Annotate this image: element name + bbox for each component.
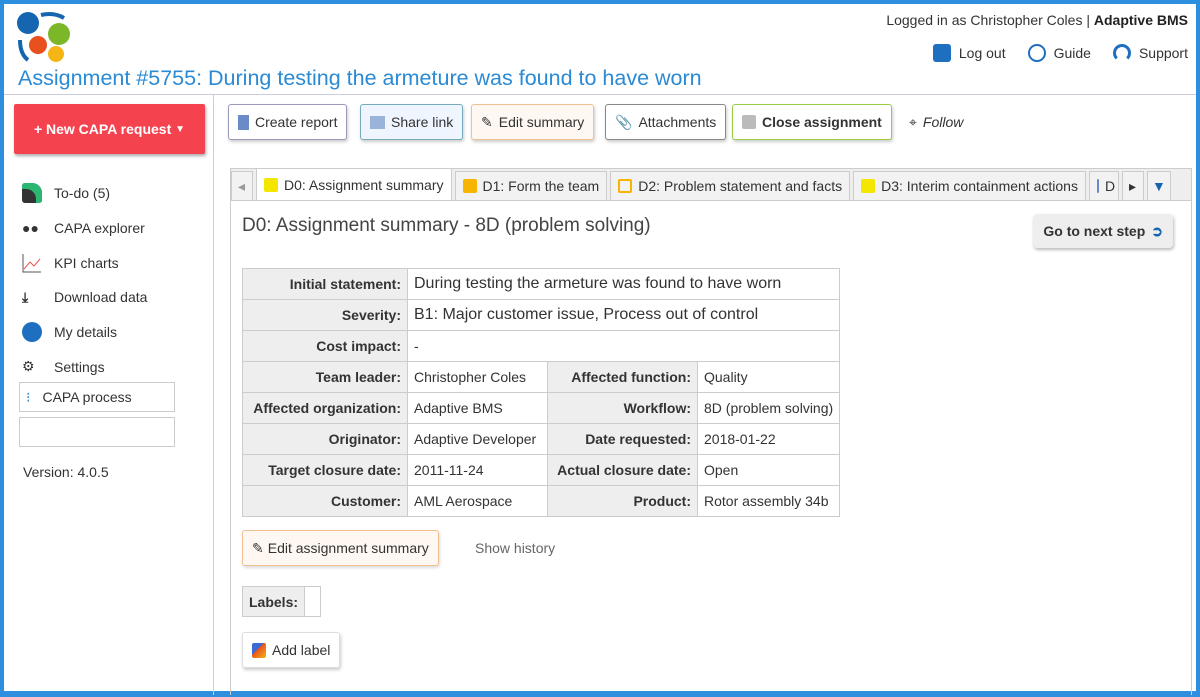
headset-icon (1112, 44, 1131, 62)
sidebar-nav: To-do (5) ●● CAPA explorer KPI charts ⤓ Do… (22, 176, 147, 384)
step-heading: D0: Assignment summary - 8D (problem sol… (242, 215, 651, 236)
table-row: Initial statement: During testing the arm… (242, 268, 841, 300)
new-capa-request-button[interactable]: + New CAPA request ▼ (14, 104, 205, 154)
tab-d3[interactable]: D3: Interim containment actions (853, 171, 1086, 200)
status-icon (861, 179, 876, 193)
sidebar-item-capa-explorer[interactable]: ●● CAPA explorer (22, 211, 147, 246)
todo-icon (22, 183, 42, 204)
company-name: Adaptive BMS (1093, 12, 1188, 28)
help-icon (1027, 44, 1046, 62)
arrow-right-circle-icon: ➲ (1151, 222, 1163, 239)
tab-scroll-right[interactable]: ▸ (1121, 171, 1144, 200)
logout-icon (932, 44, 951, 62)
sidebar-empty-box (19, 417, 175, 447)
step-tabs: ◂ D0: Assignment summary D1: Form the te… (230, 168, 1192, 201)
tab-d1[interactable]: D1: Form the team (454, 171, 608, 200)
table-row: Customer: AML Aerospace Product: Rotor asse… (242, 485, 841, 517)
document-icon (238, 114, 249, 130)
status-icon (1096, 179, 1099, 193)
download-icon: ⤓ (22, 288, 29, 305)
table-row: Team leader: Christopher Coles Affected fu… (242, 361, 841, 393)
table-row: Severity: B1: Major customer issue, Proce… (242, 299, 841, 331)
share-link-button[interactable]: Share link (360, 104, 464, 140)
status-icon (462, 179, 477, 193)
attachments-button[interactable]: 📎 Attachments (605, 104, 727, 140)
show-history-link[interactable]: Show history (475, 540, 555, 556)
chart-icon (22, 253, 41, 273)
tab-list-dropdown[interactable]: ▼ (1146, 171, 1171, 200)
paperclip-icon: 📎 (615, 113, 633, 130)
table-row: Target closure date: 2011-11-24 Actual clo… (242, 454, 841, 486)
sidebar-item-my-details[interactable]: My details (22, 315, 147, 350)
page-title: Assignment #5755: During testing the arm… (18, 66, 702, 90)
labels-field: Labels: (242, 586, 322, 617)
crosshair-icon: ⌖ (909, 113, 917, 130)
tab-d4[interactable]: D (1088, 171, 1119, 200)
tab-scroll-left[interactable]: ◂ (231, 171, 253, 200)
checkbox-icon (742, 115, 756, 129)
sidebar-item-settings[interactable]: ⚙ Settings (22, 349, 147, 384)
sidebar-item-download-data[interactable]: ⤓ Download data (22, 280, 147, 315)
envelope-icon (370, 115, 385, 129)
table-row: Originator: Adaptive Developer Date reques… (242, 423, 841, 455)
divider (213, 95, 214, 695)
sidebar-item-capa-process[interactable]: ⁝ CAPA process (19, 382, 175, 412)
app-window: Logged in as Christopher Coles | Adaptiv… (0, 0, 1200, 697)
binoculars-icon: ●● (22, 220, 39, 237)
user-icon (22, 322, 42, 343)
login-status: Logged in as Christopher Coles | Adaptiv… (886, 12, 1188, 28)
sidebar-item-kpi-charts[interactable]: KPI charts (22, 245, 147, 280)
status-icon (618, 179, 633, 193)
tag-icon (252, 642, 266, 658)
create-report-button[interactable]: Create report (228, 104, 348, 140)
edit-assignment-summary-button[interactable]: ✎ Edit assignment summary (242, 530, 439, 566)
status-icon (264, 177, 278, 192)
tab-d0[interactable]: D0: Assignment summary (256, 169, 452, 200)
logout-link[interactable]: Log out (932, 44, 1006, 62)
step-panel: D0: Assignment summary - 8D (problem sol… (230, 200, 1192, 695)
table-row: Affected organization: Adaptive BMS Workfl… (242, 392, 841, 424)
close-assignment-button[interactable]: Close assignment (732, 104, 892, 140)
divider (4, 94, 1196, 95)
process-icon: ⁝ (26, 388, 31, 405)
version: Version: 4.0.5 (23, 464, 109, 480)
sidebar-item-todo[interactable]: To-do (5) (22, 176, 147, 211)
add-label-button[interactable]: Add label (242, 632, 341, 668)
table-row: Cost impact: - (242, 330, 841, 362)
edit-summary-button[interactable]: ✎ Edit summary (471, 104, 595, 140)
support-link[interactable]: Support (1112, 44, 1188, 62)
pencil-icon: ✎ (481, 113, 493, 130)
chevron-down-icon: ▼ (175, 123, 186, 135)
guide-link[interactable]: Guide (1027, 44, 1091, 62)
pencil-icon: ✎ (252, 539, 264, 556)
go-to-next-step-button[interactable]: Go to next step ➲ (1033, 214, 1173, 248)
tab-d2[interactable]: D2: Problem statement and facts (610, 171, 851, 200)
summary-table: Initial statement: During testing the arm… (242, 268, 841, 517)
gears-icon: ⚙ (22, 358, 35, 375)
adaptive-bms-logo (17, 12, 70, 62)
follow-button[interactable]: ⌖ Follow (900, 104, 972, 140)
